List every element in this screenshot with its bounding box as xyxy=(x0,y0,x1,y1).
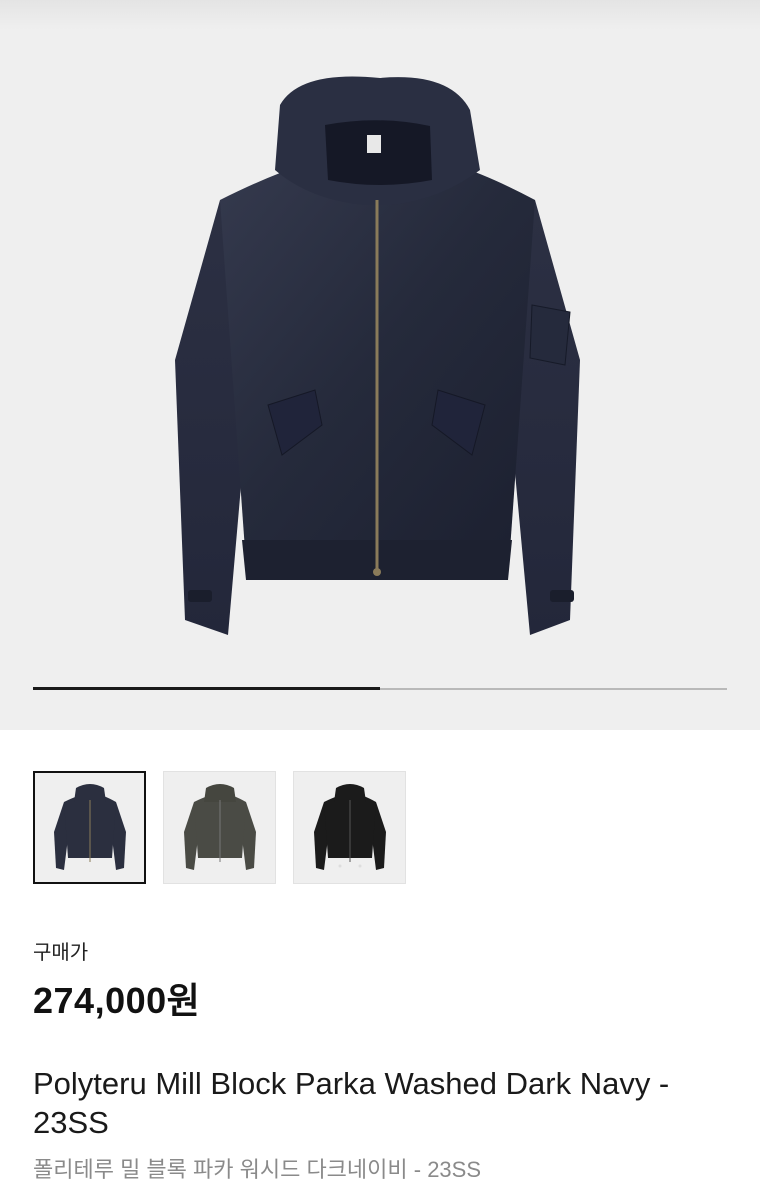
jacket-thumbnail-image xyxy=(53,783,126,870)
product-title-english: Polyteru Mill Block Parka Washed Dark Na… xyxy=(33,1066,670,1140)
price-label: 구매가 xyxy=(33,942,89,964)
thumbnail-dark-navy[interactable] xyxy=(33,771,146,884)
gallery-progress-fill xyxy=(33,687,380,690)
thumbnail-olive-grey[interactable] xyxy=(163,771,276,884)
jacket-thumbnail-image xyxy=(313,783,386,870)
status-bar-area xyxy=(0,0,760,30)
thumbnail-black[interactable] xyxy=(293,771,406,884)
product-title-korean: 폴리테루 밀 블록 파카 워시드 다크네이비 - 23SS xyxy=(33,1157,482,1182)
product-image-gallery[interactable] xyxy=(0,0,760,730)
jacket-thumbnail-image xyxy=(183,783,256,870)
gallery-progress-bar xyxy=(33,687,727,690)
product-price: 274,000원 xyxy=(33,980,201,1021)
product-main-image xyxy=(175,76,580,635)
